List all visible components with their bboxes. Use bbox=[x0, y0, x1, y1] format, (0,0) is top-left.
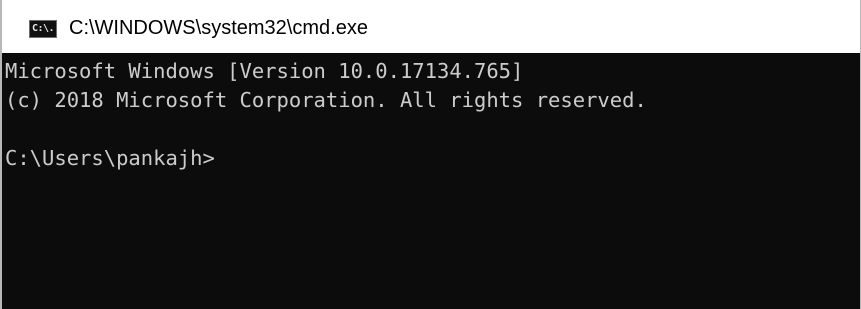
window-title: C:\WINDOWS\system32\cmd.exe bbox=[69, 17, 368, 39]
console-prompt[interactable]: C:\Users\pankajh> bbox=[5, 144, 860, 173]
console-line-copyright: (c) 2018 Microsoft Corporation. All righ… bbox=[5, 88, 647, 112]
cmd-window: C:\. C:\WINDOWS\system32\cmd.exe Microso… bbox=[0, 0, 861, 309]
cmd-terminal-icon[interactable]: C:\. bbox=[29, 20, 57, 38]
console-area[interactable]: Microsoft Windows [Version 10.0.17134.76… bbox=[2, 53, 860, 309]
title-bar[interactable]: C:\. C:\WINDOWS\system32\cmd.exe bbox=[2, 0, 860, 53]
cmd-icon-glyph: C:\. bbox=[31, 23, 55, 34]
console-line-version: Microsoft Windows [Version 10.0.17134.76… bbox=[5, 59, 524, 83]
